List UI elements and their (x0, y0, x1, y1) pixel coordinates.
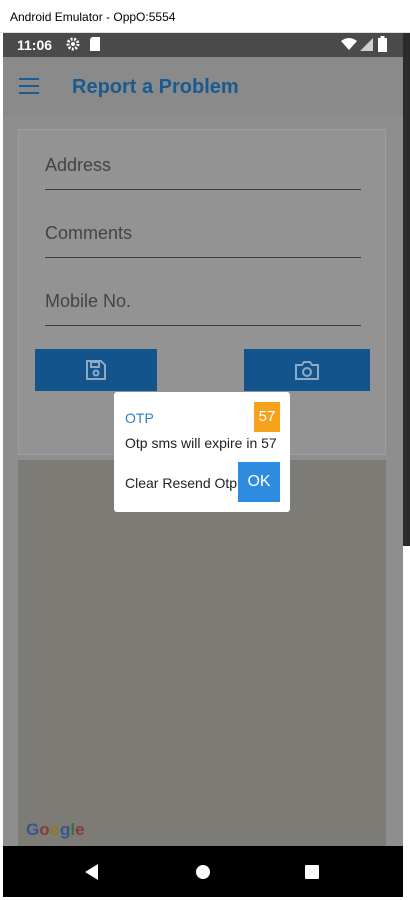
dialog-title: OTP (125, 410, 154, 426)
address-placeholder: Address (45, 155, 112, 175)
wifi-icon (341, 36, 357, 55)
camera-button[interactable] (244, 349, 370, 391)
page-title: Report a Problem (72, 76, 239, 98)
status-bar: 11:06 (3, 33, 403, 57)
navigation-bar (3, 846, 403, 897)
battery-icon (378, 36, 387, 55)
comments-field[interactable]: Comments (45, 214, 361, 258)
signal-icon (359, 36, 373, 55)
mobile-number-field[interactable]: Mobile No. (45, 282, 361, 326)
mobile-number-placeholder: Mobile No. (45, 291, 132, 311)
gear-icon (65, 36, 81, 55)
comments-placeholder: Comments (45, 223, 133, 243)
address-field[interactable]: Address (45, 146, 361, 190)
home-icon[interactable] (195, 863, 211, 886)
emulator-side-panel (403, 33, 410, 546)
otp-dialog: OTP 57 Otp sms will expire in 57 Clear R… (114, 392, 290, 512)
status-time: 11:06 (17, 37, 53, 53)
recents-icon[interactable] (304, 863, 320, 886)
google-logo: Google (26, 820, 85, 839)
back-icon[interactable] (84, 863, 100, 886)
hamburger-menu-icon[interactable] (19, 78, 39, 94)
map-view[interactable]: Google (18, 460, 386, 846)
ok-button[interactable]: OK (238, 462, 280, 502)
dialog-message: Otp sms will expire in 57 (125, 435, 277, 451)
save-icon (86, 360, 106, 380)
clear-resend-otp-link[interactable]: Clear Resend Otp (125, 475, 237, 491)
countdown-badge: 57 (254, 402, 280, 432)
camera-icon (295, 361, 319, 380)
app-bar: Report a Problem (3, 57, 403, 117)
save-button[interactable] (35, 349, 157, 391)
emulator-window-title: Android Emulator - OppO:5554 (0, 0, 410, 33)
sd-card-icon (89, 36, 101, 55)
